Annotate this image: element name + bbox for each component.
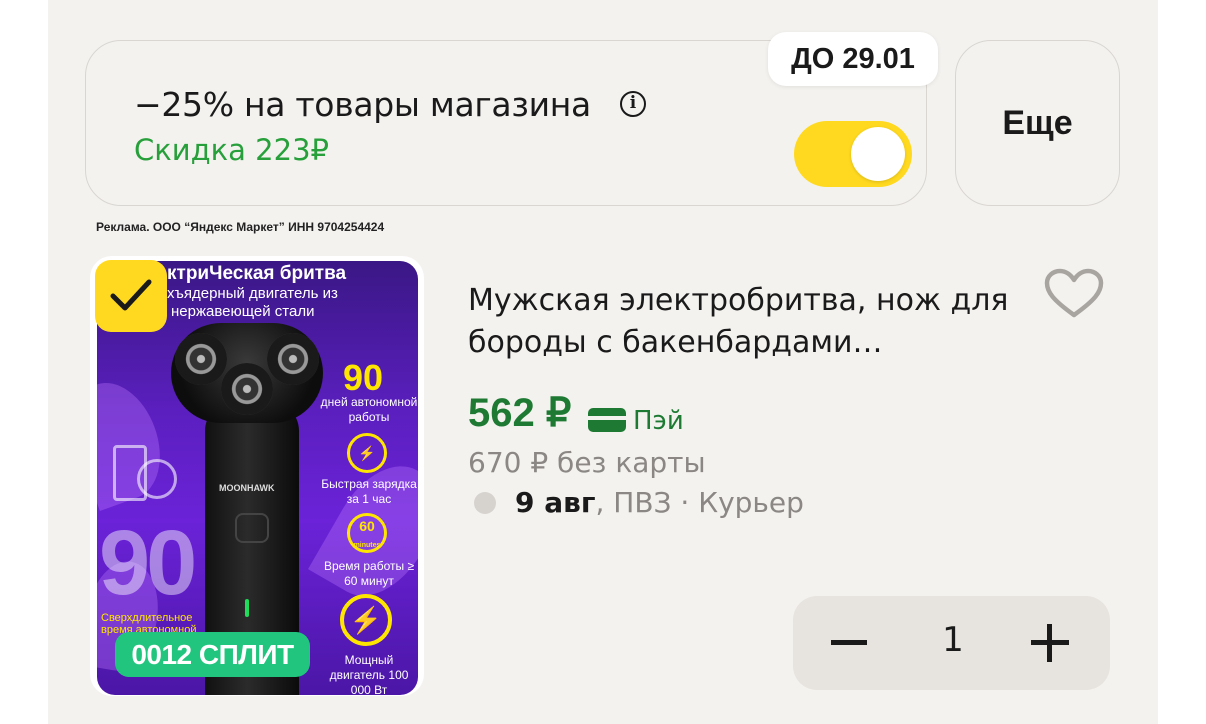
- timer-icon-number: 60: [359, 518, 375, 534]
- charge-icon: ⚡: [347, 433, 387, 473]
- timer-icon: 60 minutes: [347, 513, 387, 553]
- charge-text: Быстрая зарядка за 1 час: [321, 477, 417, 506]
- quantity-value: 1: [942, 620, 964, 660]
- image-big-number: 90: [99, 512, 197, 614]
- power-text: Мощный двигатель 100 000 Вт: [329, 653, 409, 695]
- brand-label: MOONHAWK: [219, 483, 275, 493]
- promo-toggle[interactable]: [794, 121, 912, 187]
- image-headline: ктриЧеская бритва: [167, 263, 347, 284]
- timer-icon-unit: minutes: [353, 542, 381, 549]
- promo-title: −25% на товары магазина: [134, 85, 591, 124]
- quantity-stepper: 1: [793, 596, 1110, 690]
- runtime-text: Время работы ≥ 60 минут: [323, 559, 415, 588]
- toggle-knob: [851, 127, 905, 181]
- price: 562 ₽: [468, 391, 572, 435]
- cutter: [267, 333, 319, 385]
- more-button[interactable]: Еще: [955, 40, 1120, 206]
- shaver-button: [235, 513, 269, 543]
- shaver-head: [171, 323, 323, 423]
- old-price: 670 ₽ без карты: [468, 446, 706, 479]
- info-icon[interactable]: i: [620, 91, 646, 117]
- check-icon: [110, 279, 152, 311]
- image-subline-2: нержавеющей стали: [171, 303, 315, 320]
- image-subline-1: хъядерный двигатель из: [167, 285, 338, 302]
- product-title[interactable]: Мужская электробритва, нож для бороды с …: [468, 280, 1028, 364]
- delivery-methods: , ПВЗ · Курьер: [595, 486, 804, 519]
- cutter: [221, 363, 273, 415]
- clock-icon: [137, 459, 177, 499]
- shaver-led: [245, 599, 249, 617]
- promo-discount: Скидка 223₽: [134, 133, 329, 167]
- cutter: [175, 333, 227, 385]
- deadline-badge: ДО 29.01: [768, 32, 938, 86]
- split-badge: 0012 СПЛИТ: [115, 632, 310, 677]
- delivery-date: 9 авг: [515, 486, 596, 519]
- delivery-status-dot: [474, 492, 496, 514]
- lightning-icon: ⚡: [340, 594, 392, 646]
- autonomy-text: дней автономной работы: [320, 395, 418, 424]
- select-checkbox[interactable]: [95, 260, 167, 332]
- pay-label: Пэй: [633, 406, 684, 436]
- increment-button[interactable]: [1031, 624, 1069, 662]
- delivery-info: 9 авг, ПВЗ · Курьер: [515, 486, 804, 519]
- decrement-button[interactable]: [831, 640, 867, 645]
- image-subline: хъядерный двигатель из нержавеющей стали: [167, 285, 338, 321]
- ad-disclaimer: Реклама. ООО “Яндекс Маркет” ИНН 9704254…: [96, 220, 385, 234]
- autonomy-number: 90: [343, 357, 384, 398]
- favorite-heart-icon[interactable]: [1043, 268, 1105, 324]
- card-icon: [588, 408, 626, 432]
